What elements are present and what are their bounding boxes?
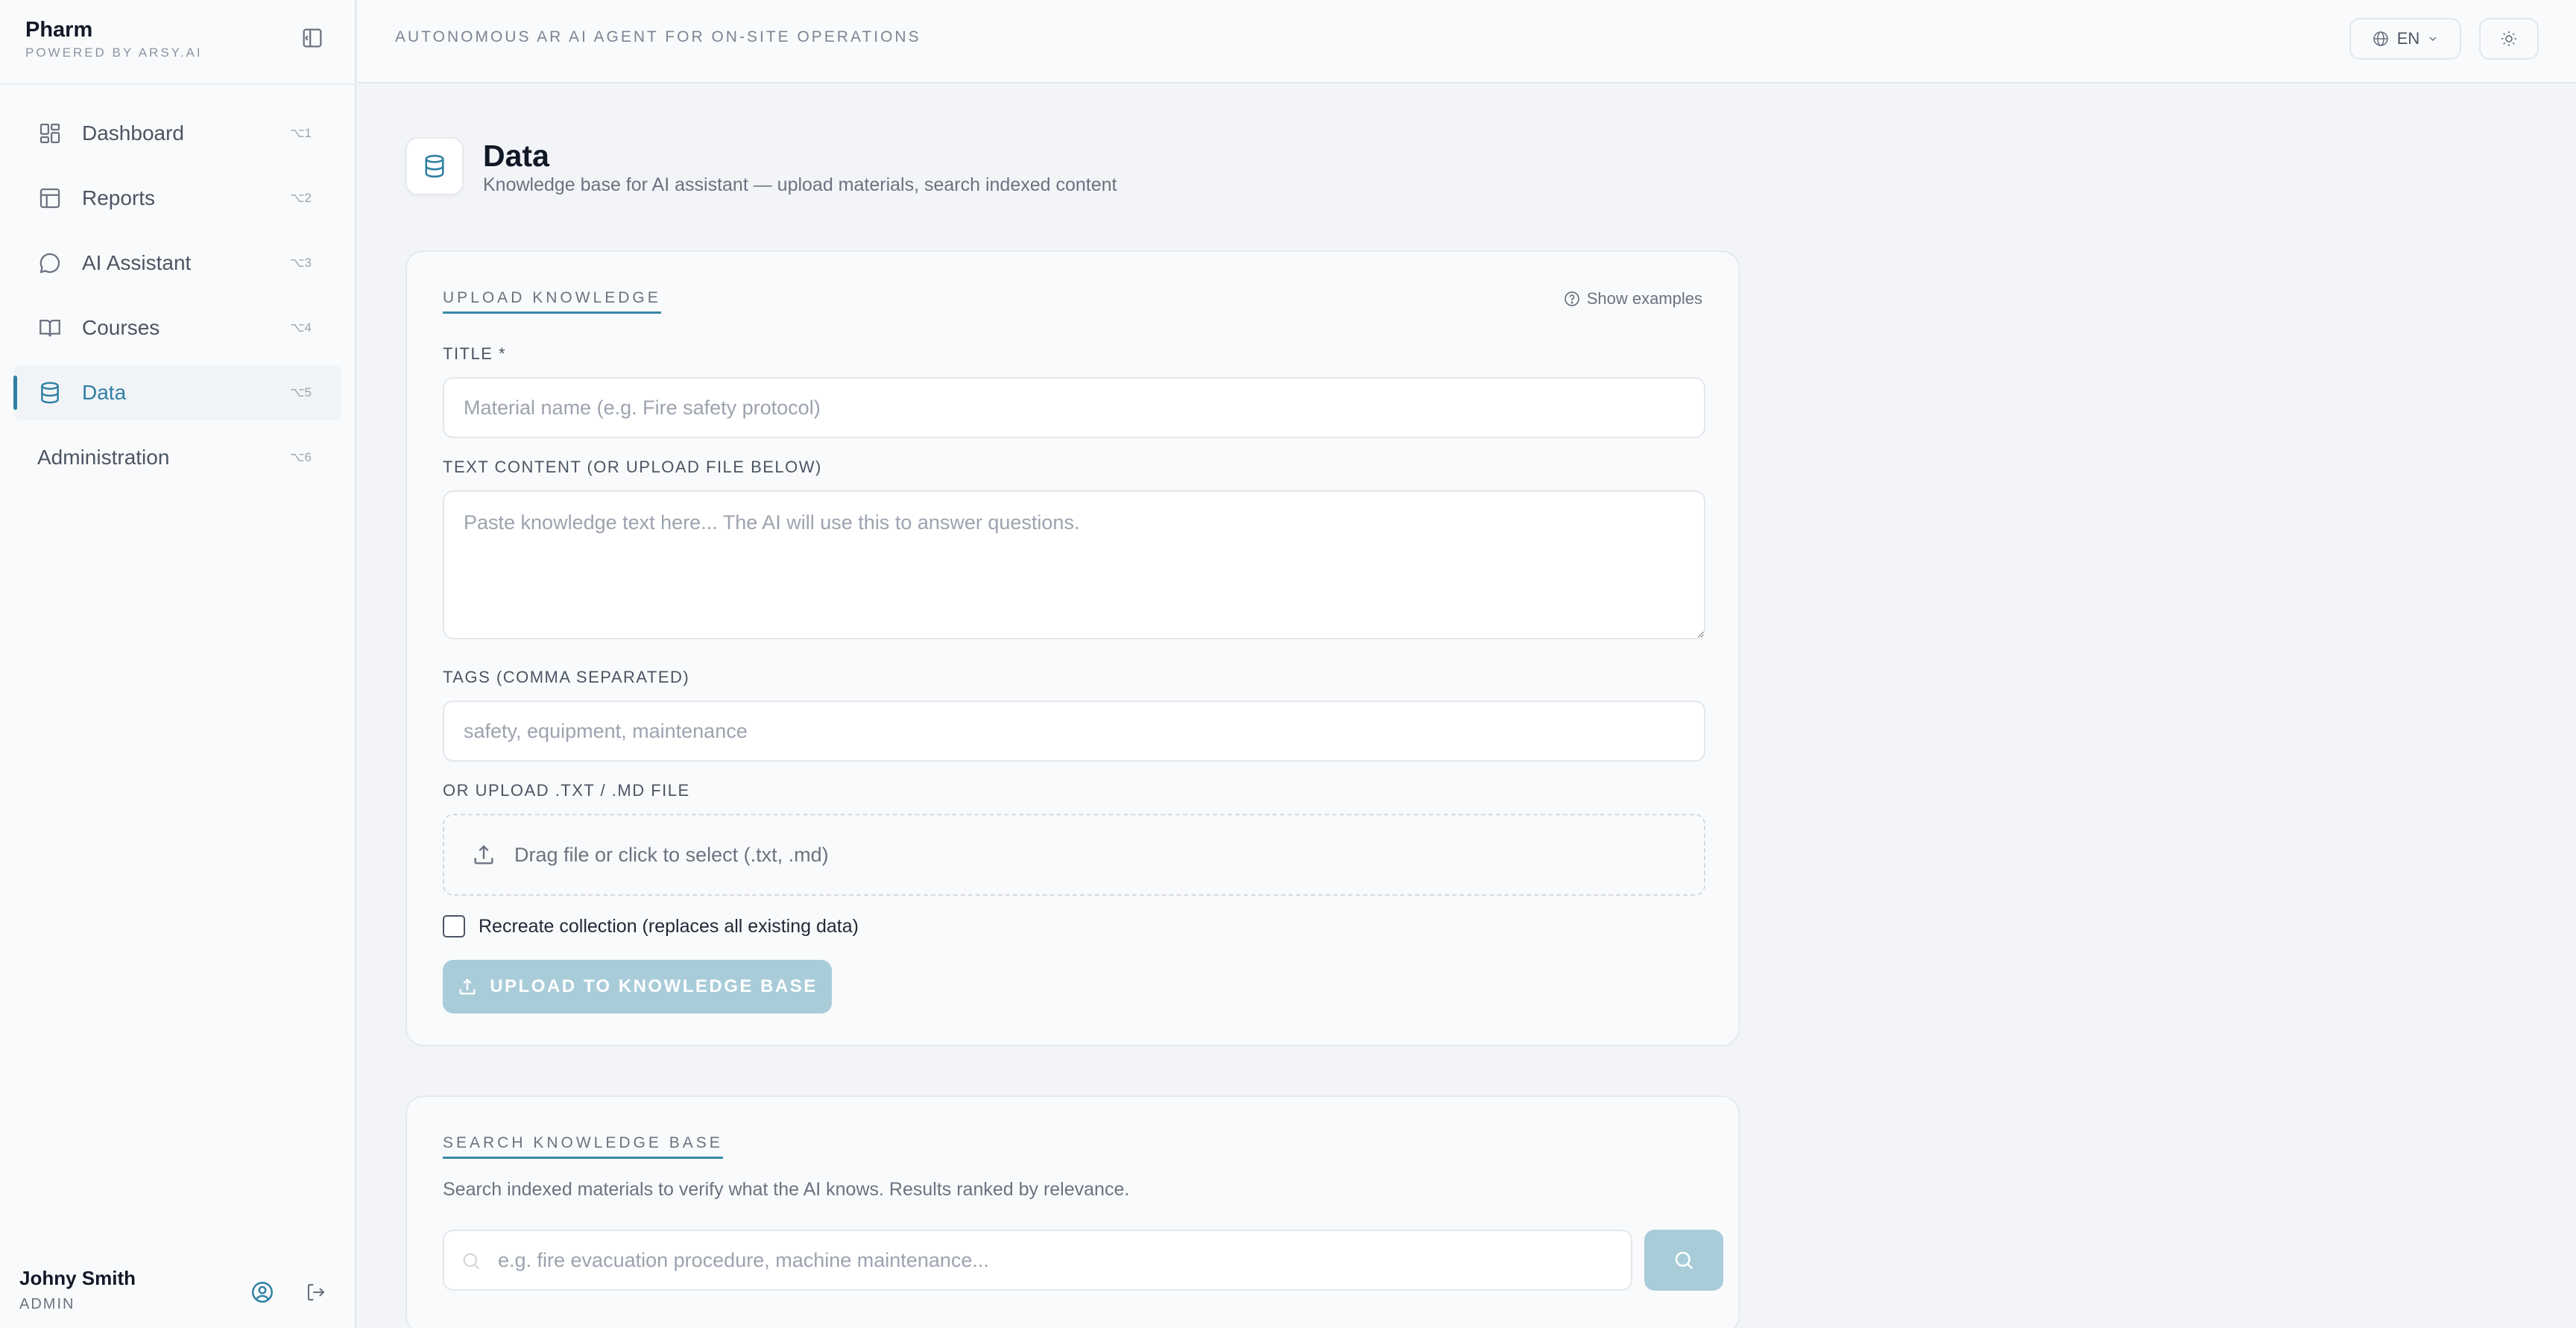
- section-title: SEARCH KNOWLEDGE BASE: [443, 1134, 723, 1159]
- globe-icon: [2373, 31, 2388, 46]
- page-title: Data: [483, 139, 549, 173]
- panel-left-icon: [303, 28, 322, 48]
- shortcut-hint: ⌥2: [289, 191, 312, 205]
- chevron-down-icon: [2429, 37, 2437, 41]
- upload-to-knowledge-base-button[interactable]: UPLOAD TO KNOWLEDGE BASE: [443, 960, 832, 1014]
- profile-button[interactable]: [249, 1279, 276, 1306]
- tags-input[interactable]: [443, 701, 1705, 762]
- help-circle-icon: [1564, 291, 1579, 306]
- sidebar-item-label: Dashboard: [82, 121, 184, 145]
- language-selector[interactable]: EN: [2349, 18, 2461, 60]
- tags-label: TAGS (COMMA SEPARATED): [443, 668, 690, 686]
- sidebar-divider: [0, 83, 355, 85]
- shortcut-hint: ⌥4: [289, 320, 312, 335]
- upload-knowledge-card: UPLOAD KNOWLEDGE Show examples TITLE * T…: [405, 250, 1740, 1046]
- sidebar-item-label: Courses: [82, 316, 160, 339]
- table-icon: [37, 186, 63, 211]
- brand-subtitle: POWERED BY ARSY.AI: [25, 45, 203, 60]
- language-value: EN: [2396, 29, 2420, 48]
- sidebar: Pharm POWERED BY ARSY.AI Dashboard ⌥1 Re…: [0, 0, 356, 1328]
- recreate-collection-option[interactable]: Recreate collection (replaces all existi…: [443, 915, 859, 937]
- user-info: Johny Smith ADMIN: [19, 1267, 136, 1313]
- title-label: TITLE *: [443, 344, 507, 363]
- main-content: Data Knowledge base for AI assistant — u…: [358, 85, 2576, 1328]
- shortcut-hint: ⌥1: [289, 126, 312, 140]
- dashboard-icon: [37, 121, 63, 146]
- shortcut-hint: ⌥3: [289, 256, 312, 270]
- search-button[interactable]: [1644, 1230, 1723, 1291]
- recreate-collection-label: Recreate collection (replaces all existi…: [479, 915, 859, 937]
- upload-icon: [474, 844, 493, 864]
- theme-toggle-button[interactable]: [2479, 18, 2539, 60]
- chat-bubble-icon: [37, 250, 63, 276]
- sidebar-item-label: Reports: [82, 186, 156, 209]
- section-title: UPLOAD KNOWLEDGE: [443, 289, 661, 314]
- search-input[interactable]: [443, 1230, 1632, 1291]
- shortcut-hint: ⌥5: [289, 385, 312, 399]
- recreate-collection-checkbox[interactable]: [443, 915, 465, 937]
- brand-name: Pharm: [25, 18, 93, 42]
- dropzone-text: Drag file or click to select (.txt, .md): [514, 843, 829, 866]
- show-examples-button[interactable]: Show examples: [1563, 289, 1702, 309]
- search-icon: [1675, 1251, 1693, 1270]
- sun-icon: [2501, 31, 2516, 46]
- sidebar-item-label: Administration: [37, 446, 170, 469]
- sidebar-item-reports[interactable]: Reports ⌥2: [13, 171, 341, 226]
- top-header: AUTONOMOUS AR AI AGENT FOR ON-SITE OPERA…: [358, 0, 2576, 83]
- page-subtitle: Knowledge base for AI assistant — upload…: [483, 174, 1117, 195]
- show-examples-label: Show examples: [1586, 289, 1702, 308]
- content-label: TEXT CONTENT (OR UPLOAD FILE BELOW): [443, 458, 822, 476]
- sidebar-item-label: AI Assistant: [82, 251, 192, 274]
- search-knowledge-card: SEARCH KNOWLEDGE BASE Search indexed mat…: [405, 1095, 1740, 1328]
- book-icon: [37, 315, 63, 341]
- shortcut-hint: ⌥6: [289, 450, 312, 464]
- sidebar-item-dashboard[interactable]: Dashboard ⌥1: [13, 106, 341, 161]
- logout-button[interactable]: [303, 1279, 329, 1306]
- user-name: Johny Smith: [19, 1267, 136, 1289]
- upload-icon: [459, 978, 476, 995]
- upload-button-label: UPLOAD TO KNOWLEDGE BASE: [490, 976, 818, 996]
- sidebar-item-administration[interactable]: Administration ⌥6: [13, 430, 341, 485]
- content-textarea[interactable]: [443, 490, 1705, 639]
- sidebar-nav: Dashboard ⌥1 Reports ⌥2 AI Assistant ⌥3 …: [13, 106, 341, 495]
- header-tagline: AUTONOMOUS AR AI AGENT FOR ON-SITE OPERA…: [395, 28, 921, 45]
- sidebar-item-courses[interactable]: Courses ⌥4: [13, 300, 341, 355]
- sidebar-collapse-button[interactable]: [300, 25, 325, 51]
- sidebar-item-label: Data: [82, 381, 127, 404]
- user-role: ADMIN: [19, 1296, 75, 1312]
- logout-icon: [307, 1283, 325, 1301]
- search-icon: [463, 1253, 480, 1270]
- user-circle-icon: [252, 1282, 273, 1303]
- brand: Pharm POWERED BY ARSY.AI: [25, 18, 203, 60]
- title-input[interactable]: [443, 377, 1705, 438]
- sidebar-item-data[interactable]: Data ⌥5: [13, 365, 341, 420]
- database-icon: [405, 137, 464, 195]
- database-icon: [37, 380, 63, 405]
- sidebar-item-ai-assistant[interactable]: AI Assistant ⌥3: [13, 235, 341, 291]
- file-dropzone[interactable]: Drag file or click to select (.txt, .md): [443, 814, 1705, 896]
- file-upload-label: OR UPLOAD .TXT / .MD FILE: [443, 781, 690, 800]
- search-description: Search indexed materials to verify what …: [443, 1179, 1130, 1200]
